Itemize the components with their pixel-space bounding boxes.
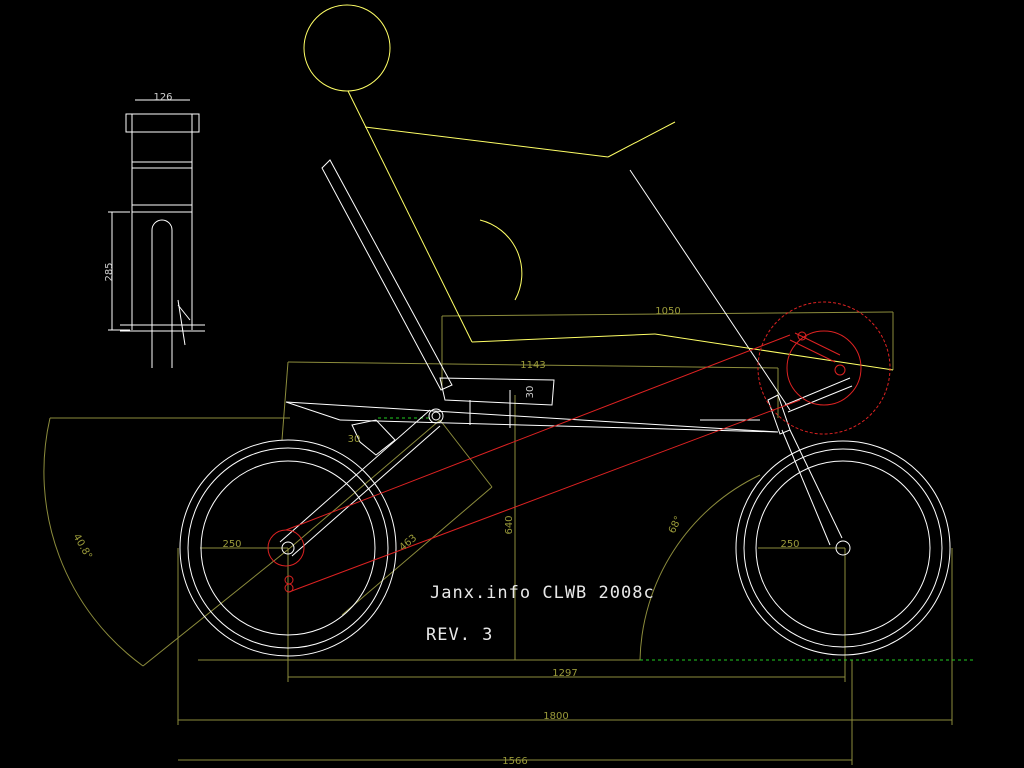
- dim-fork-height: 285: [104, 262, 115, 281]
- dim-front-radius: 250: [780, 539, 799, 550]
- dim-rider-span: 1050: [655, 306, 680, 317]
- dim-crank-height: 640: [504, 515, 515, 534]
- dim-seat-angle: 30: [348, 434, 361, 445]
- dim-rear-angle: 40.8°: [71, 532, 94, 561]
- dim-rear-radius: 250: [222, 539, 241, 550]
- dim-lower-length: 1566: [502, 756, 527, 767]
- dim-wheelbase: 1297: [552, 668, 577, 679]
- drawing-title: Janx.info CLWB 2008c: [430, 583, 655, 603]
- cad-drawing: 1800 1566 1297 1143 1050 640 463 250 250…: [43, 4, 975, 767]
- drawing-revision: REV. 3: [426, 625, 493, 645]
- rider-outline: [303, 4, 894, 371]
- frame: [279, 159, 853, 557]
- dim-overall-length: 1800: [543, 711, 568, 722]
- dim-seat-detail: 30: [525, 386, 536, 399]
- dim-boom-length: 463: [398, 533, 420, 554]
- fork-detail-inset: [108, 99, 205, 368]
- dim-front-angle: 68°: [667, 515, 684, 536]
- dim-fork-width: 126: [153, 92, 172, 103]
- dim-seat-length: 1143: [520, 360, 545, 371]
